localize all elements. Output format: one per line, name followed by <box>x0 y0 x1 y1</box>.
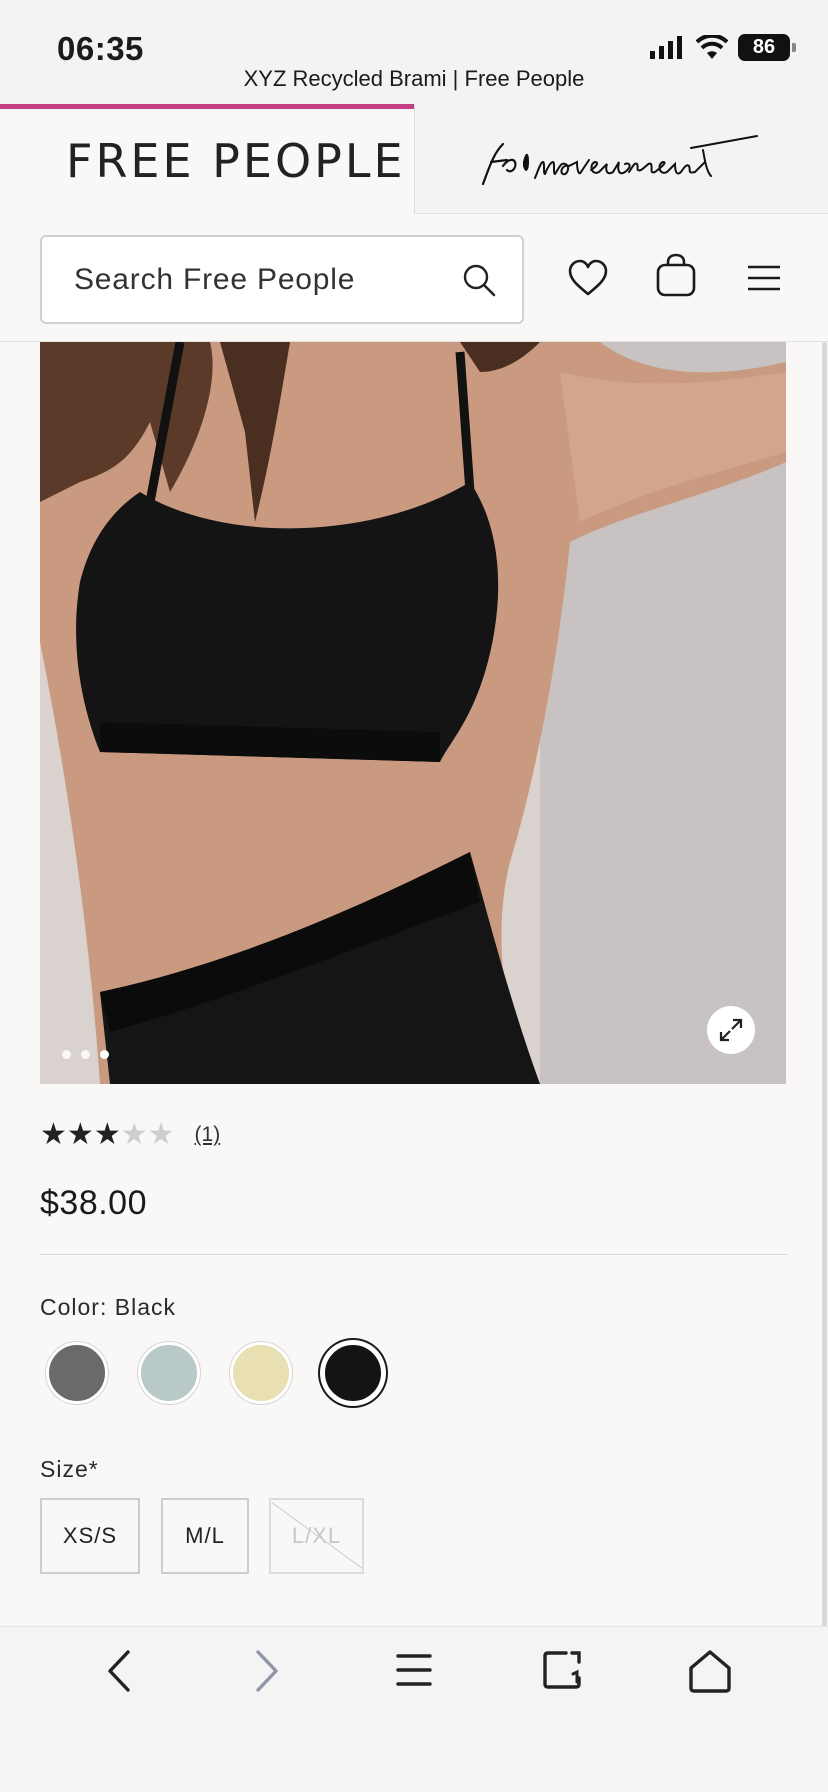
star-empty-icon: ★ <box>120 1118 148 1151</box>
home-icon[interactable] <box>688 1648 732 1694</box>
hamburger-menu-icon[interactable] <box>746 263 782 293</box>
expand-icon <box>719 1018 743 1042</box>
menu-icon[interactable] <box>396 1648 432 1694</box>
tabs-icon[interactable] <box>542 1648 582 1694</box>
battery-indicator: 86 <box>738 34 796 61</box>
search-input[interactable]: Search Free People <box>40 235 524 324</box>
signal-icon <box>650 35 682 59</box>
shopping-bag-icon[interactable] <box>655 253 697 297</box>
wifi-icon <box>696 34 728 59</box>
color-swatch-cream[interactable] <box>230 1342 292 1404</box>
size-button-m-l[interactable]: M/L <box>161 1498 249 1574</box>
brand-logo[interactable]: FREE PEOPLE <box>66 134 406 188</box>
status-icons: 86 <box>650 34 796 61</box>
star-icon: ★ <box>93 1118 121 1151</box>
status-bar: 06:35 86 XYZ Recycled Brami | Free Peopl… <box>0 0 828 104</box>
product-photo-illustration <box>40 342 786 1084</box>
product-price: $38.00 <box>40 1184 147 1222</box>
fp-movement-logo <box>481 135 758 186</box>
product-image[interactable] <box>40 342 786 1084</box>
search-placeholder: Search Free People <box>74 263 356 296</box>
search-row: Search Free People <box>0 214 828 342</box>
image-dot[interactable] <box>62 1050 71 1059</box>
expand-image-button[interactable] <box>707 1006 755 1054</box>
search-icon[interactable] <box>462 263 496 297</box>
image-dot[interactable] <box>81 1050 90 1059</box>
size-button-l-xl-unavailable[interactable]: L/XL <box>269 1498 364 1574</box>
divider <box>40 1254 788 1255</box>
site-header: FREE PEOPLE <box>0 104 828 214</box>
color-swatch-black[interactable] <box>322 1342 384 1404</box>
image-dot-active[interactable] <box>100 1050 109 1059</box>
star-empty-icon: ★ <box>147 1118 175 1151</box>
back-icon[interactable] <box>104 1648 134 1694</box>
movement-panel[interactable] <box>414 104 828 214</box>
product-rating[interactable]: ★ ★ ★ ★ ★ (1) <box>40 1120 220 1150</box>
wishlist-heart-icon[interactable] <box>567 259 609 297</box>
size-label: Size* <box>40 1456 99 1482</box>
star-icon: ★ <box>40 1118 67 1151</box>
status-time: 06:35 <box>57 30 144 67</box>
forward-icon[interactable] <box>252 1648 282 1694</box>
star-icon: ★ <box>66 1118 94 1151</box>
color-swatch-charcoal[interactable] <box>46 1342 108 1404</box>
color-swatch-light-blue[interactable] <box>138 1342 200 1404</box>
size-button-xs-s[interactable]: XS/S <box>40 1498 140 1574</box>
scrollbar[interactable] <box>822 342 827 1627</box>
browser-page-title: XYZ Recycled Brami | Free People <box>243 66 585 91</box>
review-count-link[interactable]: (1) <box>195 1123 221 1147</box>
color-label: Color: Black <box>40 1294 176 1320</box>
